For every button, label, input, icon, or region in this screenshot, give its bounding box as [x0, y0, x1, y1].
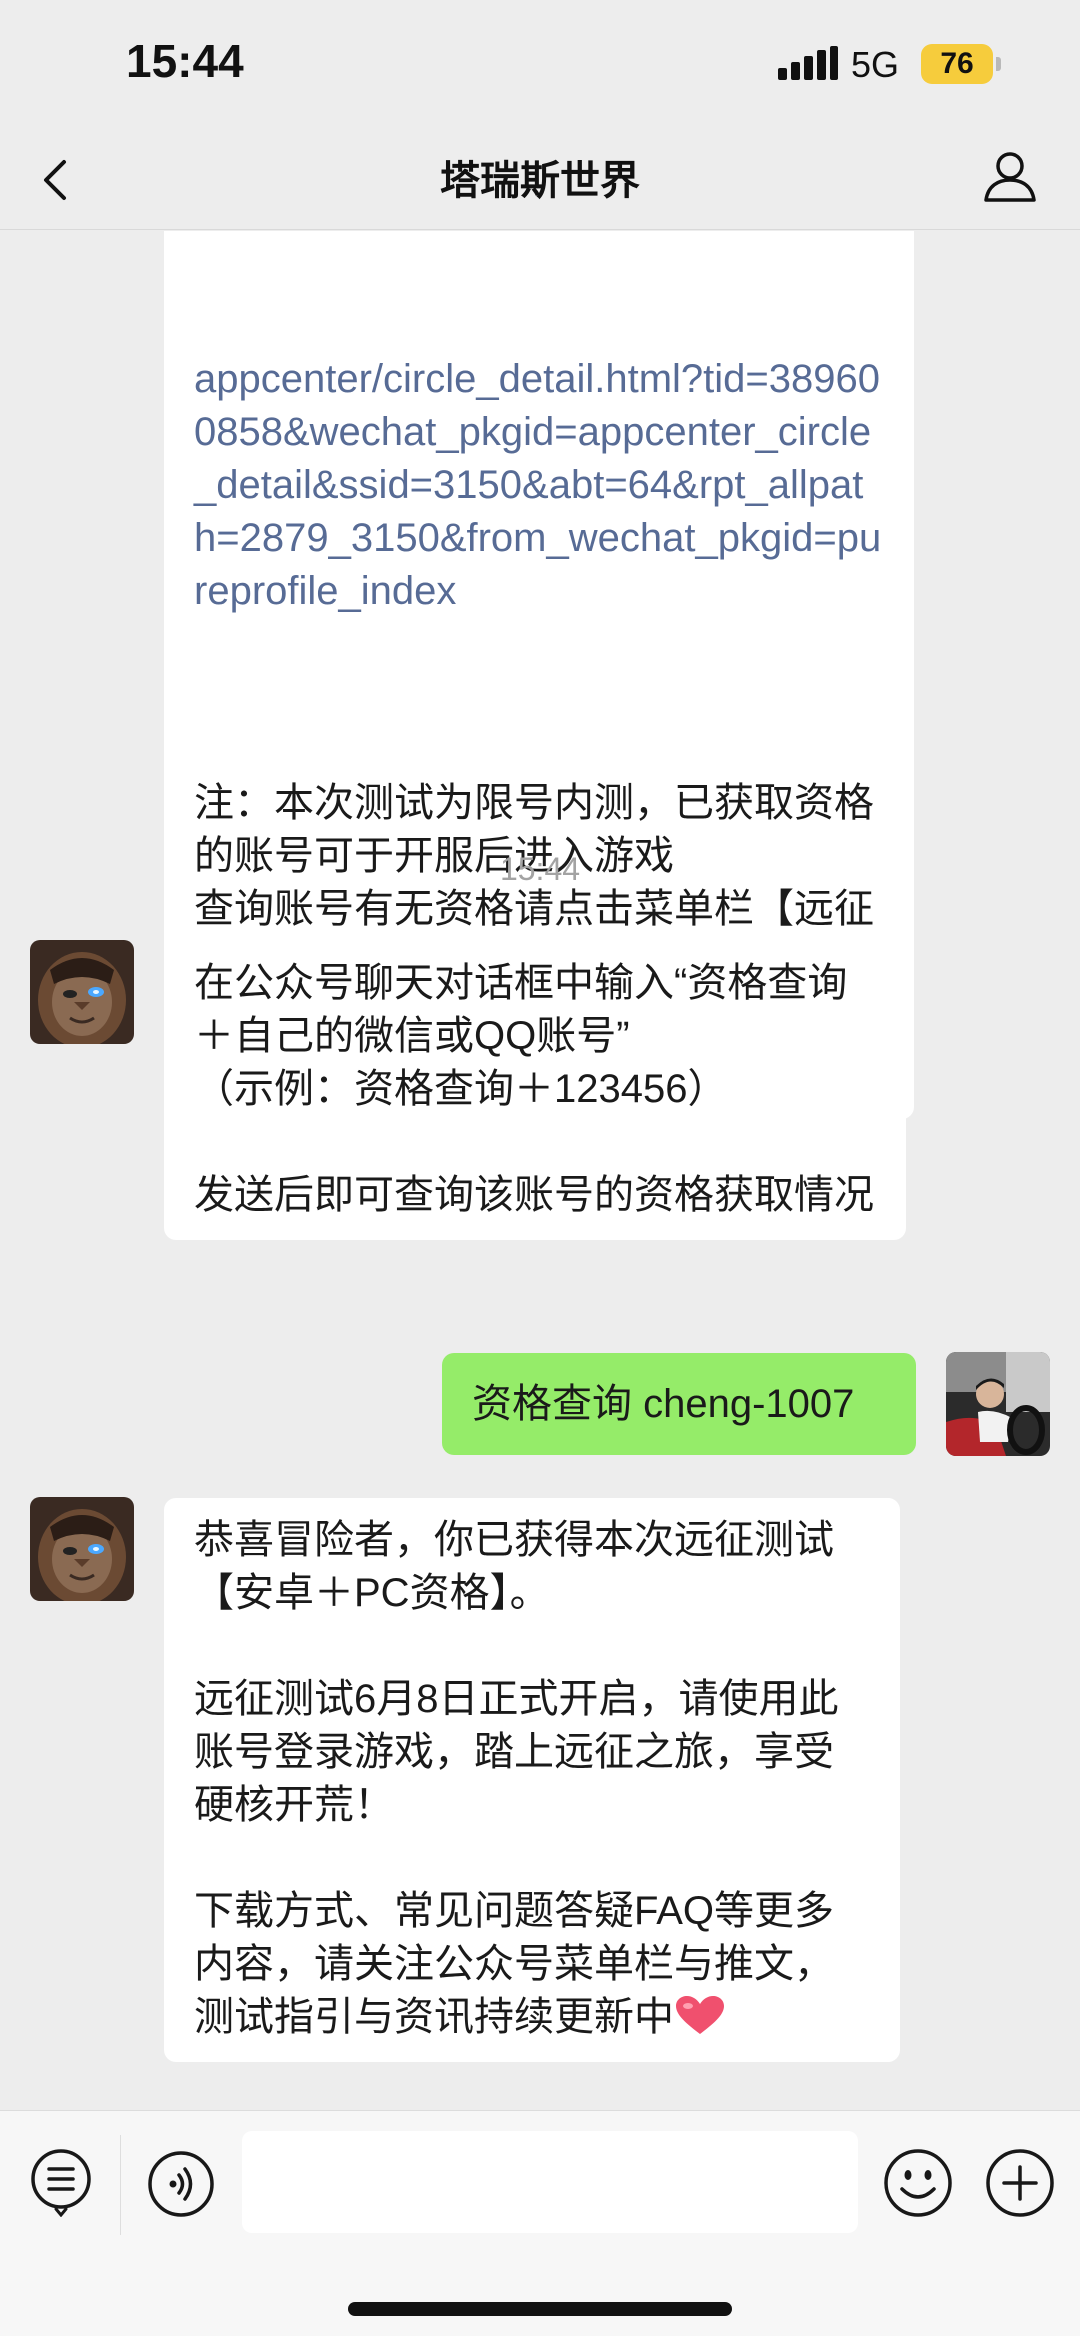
message-timestamp: 15:44: [499, 851, 581, 887]
lion-warrior-avatar-icon: [30, 1497, 134, 1601]
divider: [120, 2135, 121, 2235]
message-text: 恭喜冒险者，你已获得本次远征测试【安卓＋PC资格】。 远征测试6月8日正式开启，…: [194, 1518, 839, 2039]
message-bubble-sent: 资格查询 cheng-1007: [442, 1353, 916, 1455]
article-link[interactable]: appcenter/circle_detail.html?tid=3896008…: [194, 353, 884, 618]
avatar[interactable]: [30, 1497, 134, 1601]
voice-icon[interactable]: [146, 2149, 216, 2219]
chat-area[interactable]: appcenter/circle_detail.html?tid=3896008…: [0, 231, 1080, 2111]
smiley-icon[interactable]: [882, 2147, 954, 2219]
heart-icon: [676, 1996, 724, 2034]
plus-icon[interactable]: [984, 2147, 1056, 2219]
page-title: 塔瑞斯世界: [440, 159, 640, 203]
menu-list-icon[interactable]: [28, 2147, 94, 2217]
home-indicator[interactable]: [348, 2302, 732, 2316]
lion-warrior-avatar-icon: [30, 940, 134, 1044]
nav-bar: 塔瑞斯世界: [0, 130, 1080, 230]
message-bubble-received: 在公众号聊天对话框中输入“资格查询＋自己的微信或QQ账号” （示例：资格查询＋1…: [164, 941, 906, 1240]
avatar[interactable]: [30, 940, 134, 1044]
network-label: 5G: [851, 44, 900, 85]
status-bar: 15:44 5G 76: [0, 0, 1080, 130]
battery-indicator: 76: [921, 44, 993, 84]
battery-cap: [996, 57, 1001, 71]
person-icon[interactable]: [982, 146, 1038, 206]
message-input[interactable]: [242, 2131, 858, 2233]
status-time: 15:44: [126, 35, 244, 87]
user-avatar-icon: [946, 1352, 1050, 1456]
avatar[interactable]: [946, 1352, 1050, 1456]
signal-icon: [778, 46, 838, 80]
message-bubble-received: 恭喜冒险者，你已获得本次远征测试【安卓＋PC资格】。 远征测试6月8日正式开启，…: [164, 1498, 900, 2062]
